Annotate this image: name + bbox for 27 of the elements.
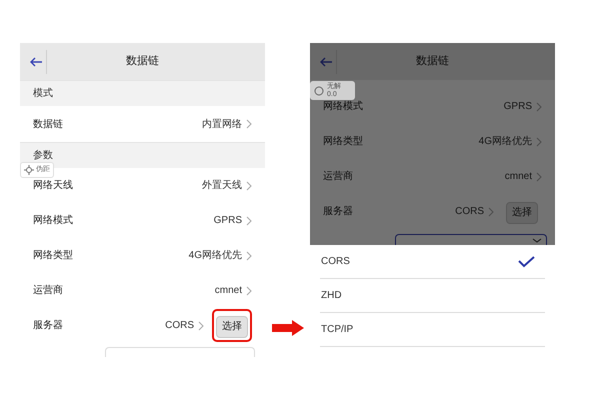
row-value: 外置天线	[202, 178, 242, 193]
screen-title: 数据链	[416, 54, 449, 70]
row-value: CORS	[165, 319, 194, 333]
row-value: GPRS	[504, 100, 532, 114]
row-label: 运营商	[323, 170, 353, 184]
row-label: 运营商	[33, 284, 63, 298]
row-value: cmnet	[504, 170, 532, 184]
option-label: TCP/IP	[321, 323, 354, 337]
section-title: 模式	[33, 86, 53, 101]
section-title: 参数	[33, 148, 53, 163]
row-value: 内置网络	[202, 118, 242, 132]
row-value: GPRS	[214, 214, 242, 228]
row-value: 4G网络优先	[188, 248, 242, 263]
row-label: 服务器	[323, 205, 353, 219]
row-label: 网络模式	[33, 214, 73, 228]
row-label: 服务器	[33, 319, 63, 333]
option-label: ZHD	[321, 289, 342, 303]
row-label: 网络类型	[323, 134, 363, 149]
row-value: 4G网络优先	[478, 134, 532, 149]
row-value: cmnet	[214, 284, 242, 298]
row-label: 网络天线	[33, 178, 73, 193]
screen-title: 数据链	[126, 54, 159, 70]
row-label: 网络模式	[323, 100, 363, 114]
option-label: CORS	[321, 255, 350, 269]
row-value: CORS	[455, 205, 484, 219]
row-label: 网络类型	[33, 248, 73, 263]
row-label: 数据链	[33, 118, 63, 132]
